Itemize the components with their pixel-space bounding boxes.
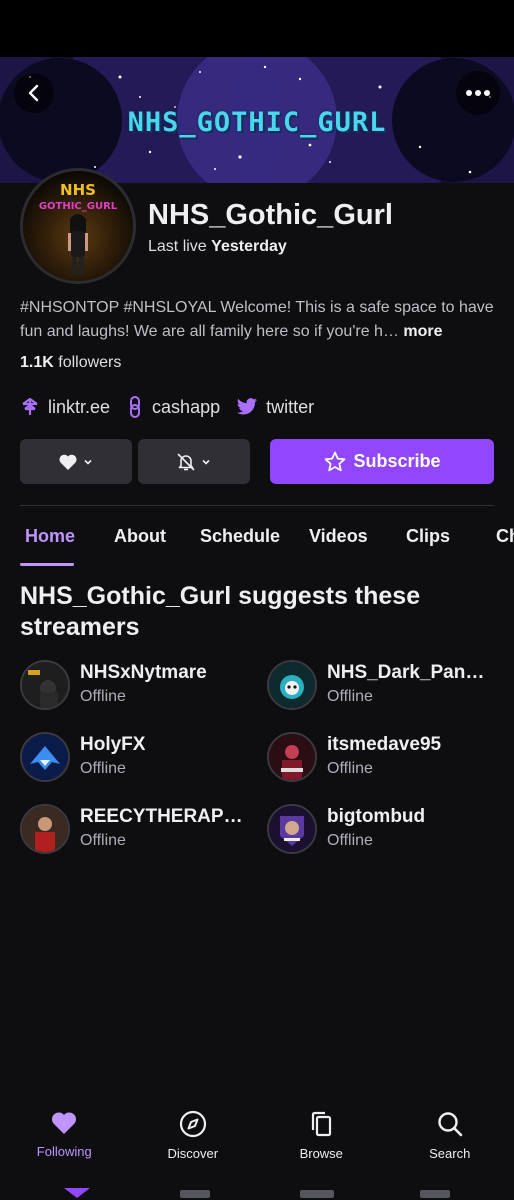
suggested-streamer[interactable]: NHSxNytmare Offline (20, 660, 250, 716)
star-icon (325, 451, 346, 471)
bio-more-link[interactable]: more (403, 323, 442, 340)
browse-icon (312, 1111, 332, 1137)
status-bar (0, 0, 514, 57)
follow-button[interactable] (20, 439, 132, 484)
tab-chat[interactable]: Ch (496, 526, 514, 547)
channel-bio: #NHSONTOP #NHSLOYAL Welcome! This is a s… (20, 296, 496, 344)
subscribe-button[interactable]: Subscribe (270, 439, 494, 484)
suggested-streamer[interactable]: itsmedave95 Offline (267, 732, 497, 788)
channel-avatar[interactable]: NHS GOTHIC_GURL (20, 168, 136, 284)
tab-schedule[interactable]: Schedule (200, 526, 280, 547)
more-dots-icon (466, 90, 490, 96)
streamer-status: Offline (80, 760, 126, 777)
nav-following[interactable]: Following (0, 1100, 129, 1180)
link-icon (130, 396, 141, 418)
streamer-name: itsmedave95 (327, 734, 442, 755)
last-live-text: Last live Yesterday (148, 238, 287, 256)
streamer-avatar (20, 804, 70, 854)
last-live-prefix: Last live (148, 238, 207, 255)
suggested-streamer[interactable]: HolyFX Offline (20, 732, 250, 788)
streamer-name: HolyFX (80, 734, 146, 755)
heart-icon (59, 454, 77, 470)
subscribe-label: Subscribe (353, 451, 441, 471)
tab-videos[interactable]: Videos (309, 526, 368, 547)
nav-label: Browse (299, 1146, 343, 1161)
nav-discover[interactable]: Discover (129, 1100, 258, 1180)
link-twitter[interactable]: twitter (236, 397, 314, 418)
streamer-avatar (20, 732, 70, 782)
bell-off-icon (177, 452, 195, 471)
nav-search[interactable]: Search (386, 1100, 514, 1180)
channel-banner: NHS_GOTHIC_GURL (0, 57, 514, 183)
heart-icon (52, 1112, 77, 1134)
tab-clips[interactable]: Clips (406, 526, 450, 547)
nav-label: Discover (167, 1146, 219, 1161)
linktree-icon (22, 397, 38, 415)
nav-label: Following (36, 1144, 92, 1159)
followers-number: 1.1K (20, 354, 54, 371)
chevron-left-icon (28, 84, 39, 102)
tab-home[interactable]: Home (25, 526, 75, 547)
streamer-avatar (20, 660, 70, 710)
compass-icon (179, 1110, 206, 1138)
followers-label: followers (58, 354, 122, 371)
section-divider (20, 505, 494, 506)
suggestions-title: NHS_Gothic_Gurl suggests these streamers (20, 582, 421, 641)
streamer-avatar (267, 732, 317, 782)
followers-count: 1.1K followers (20, 354, 121, 372)
back-button[interactable] (14, 73, 54, 113)
twitter-icon (237, 398, 258, 415)
more-options-button[interactable] (456, 71, 500, 115)
bottom-navigation: Following Discover Browse Search (0, 1100, 514, 1180)
link-linktree[interactable]: linktr.ee (20, 397, 110, 418)
tab-about[interactable]: About (114, 526, 166, 547)
streamer-name: bigtombud (327, 806, 426, 827)
suggested-streamer[interactable]: REECYTHERAP… Offline (20, 804, 250, 860)
avatar-logo-text: NHS (60, 181, 96, 199)
link-label: twitter (266, 396, 315, 417)
banner-title: NHS_GOTHIC_GURL (127, 107, 387, 138)
channel-tabs: Home About Schedule Videos Clips Ch (0, 518, 514, 568)
suggested-streamer[interactable]: NHS_Dark_Pan… Offline (267, 660, 497, 716)
streamer-avatar (267, 804, 317, 854)
channel-name: NHS_Gothic_Gurl (148, 199, 393, 231)
chevron-down-icon (202, 459, 210, 465)
link-cashapp[interactable]: cashapp (126, 396, 220, 418)
notifications-button[interactable] (138, 439, 250, 484)
streamer-status: Offline (327, 760, 373, 777)
streamer-status: Offline (80, 832, 126, 849)
streamer-name: NHSxNytmare (80, 662, 207, 683)
nav-label: Search (429, 1146, 471, 1161)
streamer-status: Offline (80, 688, 126, 705)
chevron-down-icon (84, 459, 92, 465)
next-row-peek (64, 1188, 450, 1198)
avatar-logo-subtext: GOTHIC_GURL (39, 201, 118, 212)
nav-browse[interactable]: Browse (257, 1100, 386, 1180)
link-label: linktr.ee (48, 396, 111, 417)
suggested-streamer[interactable]: bigtombud Offline (267, 804, 497, 860)
avatar-image: NHS GOTHIC_GURL (23, 171, 133, 281)
social-links: linktr.ee cashapp twitter (20, 396, 330, 418)
last-live-value: Yesterday (211, 238, 287, 255)
link-label: cashapp (152, 396, 221, 417)
streamer-status: Offline (327, 832, 373, 849)
streamer-status: Offline (327, 688, 373, 705)
streamer-name: NHS_Dark_Pan… (327, 662, 485, 683)
streamer-avatar (267, 660, 317, 710)
search-icon (438, 1112, 463, 1137)
streamer-name: REECYTHERAP… (80, 806, 243, 827)
active-tab-indicator (20, 563, 74, 566)
